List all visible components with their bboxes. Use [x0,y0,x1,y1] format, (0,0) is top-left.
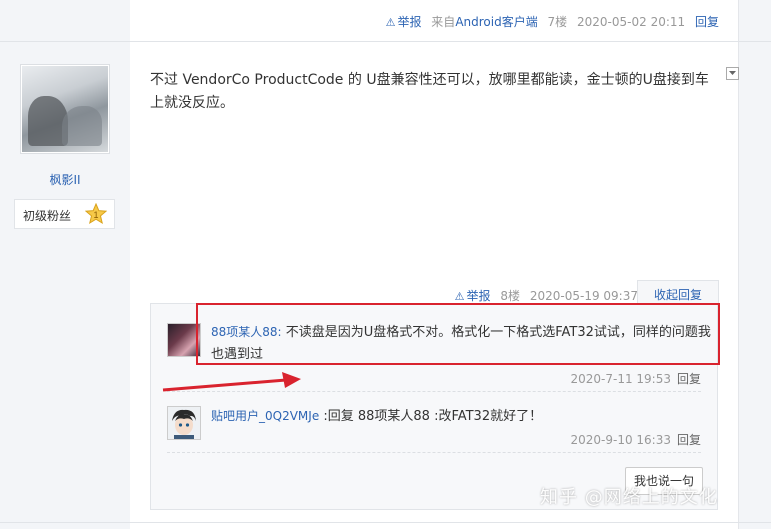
highlight-box-annotation [196,303,720,365]
reply-time: 2020-9-10 16:33 [570,433,671,447]
avatar-image [22,66,108,152]
warning-icon: ⚠ [385,16,396,29]
level-number: 1 [93,210,98,220]
star-level-icon: 1 [85,203,107,225]
reply-time: 2020-7-11 19:53 [570,372,671,386]
floor-number: 8楼 [500,289,521,303]
avatar[interactable] [20,64,110,154]
reply-action-link[interactable]: 回复 [677,433,701,447]
avatar-image [168,407,200,439]
post-time: 2020-05-19 09:37 [529,289,638,303]
floor-divider [0,41,771,42]
warning-icon: ⚠ [454,290,465,303]
reply-divider [167,452,701,453]
collapse-replies-button[interactable]: 收起回复 [637,280,719,305]
post-menu-button[interactable] [726,67,739,80]
report-link[interactable]: ⚠ 举报 [455,289,491,303]
arrow-annotation-icon [162,372,301,392]
floor7-tail: ⚠ 举报 来自Android客户端 7楼 2020-05-02 20:11 回复 [386,13,719,30]
right-margin [738,0,771,529]
reply-avatar[interactable] [167,406,201,440]
username-link[interactable]: 枫影II [0,171,130,188]
reply-action-link[interactable]: 回复 [677,372,701,386]
reply-link[interactable]: 回复 [695,15,719,29]
source-prefix: 来自Android客户端 [431,15,538,29]
reply-text: :回复 88项某人88 :改FAT32就好了！ [319,409,543,424]
post-time: 2020-05-02 20:11 [577,15,686,29]
level-label: 初级粉丝 [23,209,72,223]
chevron-down-icon [729,71,736,75]
floor-divider-bottom [0,522,771,523]
report-link[interactable]: ⚠ 举报 [386,15,422,29]
sub-reply: 贴吧用户_0Q2VMJe :回复 88项某人88 :改FAT32就好了！ [211,405,711,428]
source-client-link[interactable]: Android客户端 [455,15,537,29]
reply-meta: 2020-9-10 16:33 回复 [570,431,701,448]
reply-meta: 2020-7-11 19:53 回复 [570,370,701,387]
reply-username-link[interactable]: 贴吧用户_0Q2VMJe [211,409,319,423]
level-badge[interactable]: 初级粉丝 1 [14,199,115,229]
watermark: 知乎 @网络上的文化 [540,487,718,508]
floor-number: 7楼 [547,15,568,29]
floor8-tail: ⚠ 举报 8楼 2020-05-19 09:37 [455,287,638,304]
post-content: 不过 VendorCo ProductCode 的 U盘兼容性还可以，放哪里都能… [150,72,709,111]
